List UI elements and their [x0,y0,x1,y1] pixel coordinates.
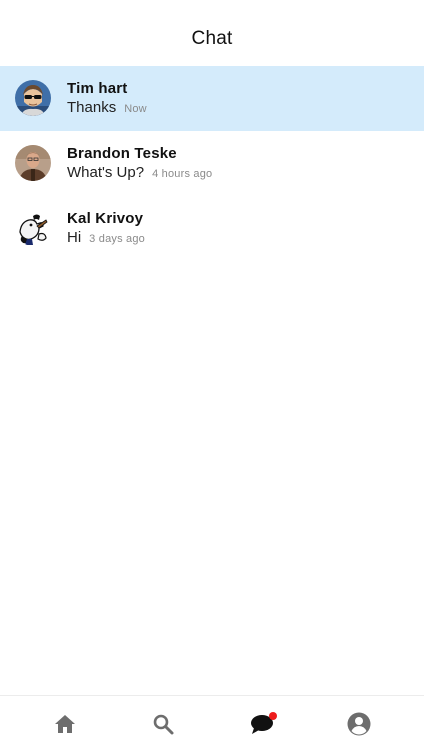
chat-timestamp: Now [124,103,147,115]
chat-text: Brandon Teske What's Up? 4 hours ago [67,145,212,183]
brandon-teske-avatar [15,145,51,181]
chat-contact-name: Kal Krivoy [67,210,144,227]
chat-last-message: Thanks [67,99,117,116]
chat-preview: What's Up? 4 hours ago [67,164,212,183]
account-icon [346,711,372,737]
kal-krivoy-avatar [15,210,51,246]
chat-preview: Thanks Now [67,99,147,118]
notification-badge [269,712,277,720]
chat-timestamp: 4 hours ago [152,168,213,180]
chat-contact-name: Tim hart [67,80,128,97]
chat-last-message: What's Up? [67,164,145,181]
bottom-tab-bar [0,695,424,752]
home-icon [53,712,77,736]
header: Chat [0,0,424,66]
chat-row-kal-krivoy[interactable]: Kal Krivoy Hi 3 days ago [0,196,424,261]
chat-timestamp: 3 days ago [89,233,145,245]
chat-row-brandon-teske[interactable]: Brandon Teske What's Up? 4 hours ago [0,131,424,196]
chat-list: Tim hart Thanks Now Brandon Teske What's … [0,66,424,261]
chat-row-tim-hart[interactable]: Tim hart Thanks Now [0,66,424,131]
chat-text: Kal Krivoy Hi 3 days ago [67,210,145,248]
tab-chat[interactable] [248,710,277,738]
chat-preview: Hi 3 days ago [67,229,145,248]
page-title: Chat [191,28,233,49]
search-icon [151,712,175,736]
chat-contact-name: Brandon Teske [67,145,177,162]
tab-search[interactable] [149,710,177,738]
chat-last-message: Hi [67,229,82,246]
tab-home[interactable] [51,710,79,738]
tim-hart-avatar [15,80,51,116]
tab-account[interactable] [345,710,373,738]
chat-text: Tim hart Thanks Now [67,80,147,118]
